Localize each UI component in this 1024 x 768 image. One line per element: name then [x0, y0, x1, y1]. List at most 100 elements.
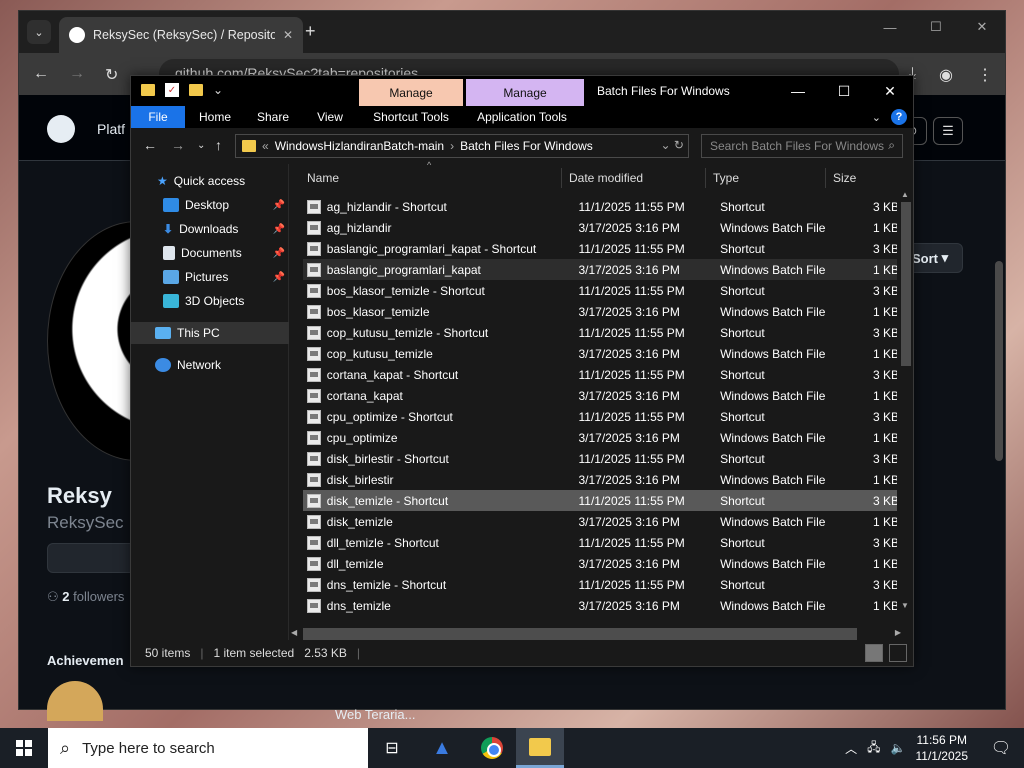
search-input[interactable]: Search Batch Files For Windows: [701, 134, 903, 158]
file-row[interactable]: cortana_kapat - Shortcut 11/1/2025 11:55 …: [303, 364, 899, 385]
expand-ribbon-icon[interactable]: ⌄: [872, 111, 881, 124]
windows-start-icon[interactable]: [16, 740, 32, 756]
column-type[interactable]: Type: [713, 171, 739, 185]
pin-icon[interactable]: 📌: [273, 272, 285, 283]
large-icons-view-icon[interactable]: [889, 644, 907, 662]
file-row[interactable]: disk_temizle 3/17/2025 3:16 PM Windows Bat…: [303, 511, 899, 532]
file-row[interactable]: cortana_kapat 3/17/2025 3:16 PM Windows Ba…: [303, 385, 899, 406]
file-row[interactable]: cop_kutusu_temizle 3/17/2025 3:16 PM Windo…: [303, 343, 899, 364]
up-icon[interactable]: ↑: [215, 137, 222, 153]
app-pinned-icon[interactable]: ▲: [418, 728, 466, 768]
platform-menu[interactable]: Platf: [97, 121, 125, 137]
help-icon[interactable]: ?: [891, 109, 907, 125]
manage-shortcut-tab[interactable]: Manage: [359, 79, 463, 106]
follow-button[interactable]: [47, 543, 137, 573]
file-row[interactable]: dns_temizle - Shortcut 11/1/2025 11:55 PM…: [303, 574, 899, 595]
nav-downloads[interactable]: ⬇ Downloads 📌: [131, 218, 289, 240]
reload-icon[interactable]: ↻: [105, 65, 118, 85]
scroll-down-icon[interactable]: ▼: [901, 601, 909, 610]
column-name[interactable]: Name: [307, 171, 339, 185]
tab-share[interactable]: Share: [245, 106, 301, 128]
close-icon[interactable]: ✕: [283, 28, 293, 42]
github-logo-icon[interactable]: [47, 115, 75, 143]
scroll-up-icon[interactable]: ▲: [901, 190, 909, 199]
recent-locations-icon[interactable]: ⌄: [197, 140, 205, 151]
horizontal-scrollbar[interactable]: ◀ ▶: [289, 626, 901, 640]
close-icon[interactable]: ✕: [867, 76, 913, 106]
refresh-icon[interactable]: ⌄ ↻: [661, 138, 684, 152]
volume-muted-icon[interactable]: 🔈: [891, 741, 906, 755]
file-row[interactable]: ag_hizlandir 3/17/2025 3:16 PM Windows Bat…: [303, 217, 899, 238]
search-icon[interactable]: ⌕: [888, 138, 895, 153]
settings-icon[interactable]: ☰: [933, 117, 963, 145]
tab-application-tools[interactable]: Application Tools: [463, 106, 581, 128]
scroll-left-icon[interactable]: ◀: [291, 628, 297, 637]
properties-icon[interactable]: ✓: [165, 83, 179, 97]
scroll-right-icon[interactable]: ▶: [895, 628, 901, 637]
back-icon[interactable]: ←: [143, 137, 157, 153]
nav-documents[interactable]: Documents 📌: [131, 242, 289, 264]
network-icon[interactable]: 🖧: [867, 738, 880, 759]
tab-home[interactable]: Home: [185, 106, 245, 128]
browser-tab[interactable]: ReksySec (ReksySec) / Reposito ✕: [59, 17, 303, 53]
file-row[interactable]: cpu_optimize - Shortcut 11/1/2025 11:55 P…: [303, 406, 899, 427]
back-icon[interactable]: ←: [33, 65, 49, 83]
forward-icon[interactable]: →: [69, 65, 85, 83]
details-view-icon[interactable]: [865, 644, 883, 662]
tab-search-button[interactable]: ⌄: [27, 20, 51, 44]
file-row[interactable]: cop_kutusu_temizle - Shortcut 11/1/2025 1…: [303, 322, 899, 343]
maximize-icon[interactable]: ☐: [913, 11, 959, 43]
file-row[interactable]: baslangic_programlari_kapat - Shortcut 11…: [303, 238, 899, 259]
file-row[interactable]: bos_klasor_temizle 3/17/2025 3:16 PM Windo…: [303, 301, 899, 322]
minimize-icon[interactable]: —: [867, 11, 913, 43]
nav-desktop[interactable]: Desktop 📌: [131, 194, 289, 216]
pin-icon[interactable]: 📌: [273, 200, 285, 211]
pin-icon[interactable]: 📌: [273, 248, 285, 259]
breadcrumb-segment[interactable]: Batch Files For Windows: [460, 139, 593, 153]
achievement-badge[interactable]: [47, 681, 103, 721]
forward-icon[interactable]: →: [171, 137, 185, 153]
followers-link[interactable]: ⚇ 2 followers: [47, 589, 124, 605]
file-row[interactable]: disk_birlestir 3/17/2025 3:16 PM Windows B…: [303, 469, 899, 490]
nav-pictures[interactable]: Pictures 📌: [131, 266, 289, 288]
nav-quick-access[interactable]: ★ Quick access: [131, 170, 289, 192]
column-size[interactable]: Size: [833, 171, 856, 185]
file-row[interactable]: dll_temizle - Shortcut 11/1/2025 11:55 PM…: [303, 532, 899, 553]
file-row[interactable]: disk_temizle - Shortcut 11/1/2025 11:55 P…: [303, 490, 899, 511]
nav-network[interactable]: Network: [131, 354, 289, 376]
file-row[interactable]: baslangic_programlari_kapat 3/17/2025 3:1…: [303, 259, 899, 280]
repo-title[interactable]: Web Teraria...: [335, 707, 415, 722]
file-row[interactable]: ag_hizlandir - Shortcut 11/1/2025 11:55 P…: [303, 196, 899, 217]
address-breadcrumb[interactable]: « WindowsHizlandiranBatch-main › Batch F…: [235, 134, 689, 158]
breadcrumb-segment[interactable]: WindowsHizlandiranBatch-main: [275, 139, 444, 153]
tab-shortcut-tools[interactable]: Shortcut Tools: [359, 106, 463, 128]
folder-icon[interactable]: [141, 84, 155, 96]
file-explorer-icon[interactable]: [516, 728, 564, 768]
tab-view[interactable]: View: [301, 106, 359, 128]
menu-icon[interactable]: ⋮: [977, 65, 993, 85]
customize-toolbar-icon[interactable]: ⌄: [213, 83, 223, 97]
clock[interactable]: 11:56 PM 11/1/2025: [916, 732, 969, 764]
close-window-icon[interactable]: ✕: [959, 11, 1005, 43]
file-row[interactable]: dns_temizle 3/17/2025 3:16 PM Windows Batc…: [303, 595, 899, 614]
maximize-icon[interactable]: ☐: [821, 76, 867, 106]
scroll-thumb[interactable]: [901, 202, 911, 366]
file-row[interactable]: disk_birlestir - Shortcut 11/1/2025 11:55…: [303, 448, 899, 469]
new-tab-button[interactable]: +: [305, 21, 316, 42]
file-row[interactable]: dll_temizle 3/17/2025 3:16 PM Windows Batc…: [303, 553, 899, 574]
taskbar-search[interactable]: ⌕ Type here to search: [48, 728, 368, 768]
file-row[interactable]: cpu_optimize 3/17/2025 3:16 PM Windows Bat…: [303, 427, 899, 448]
file-row[interactable]: bos_klasor_temizle - Shortcut 11/1/2025 1…: [303, 280, 899, 301]
new-folder-icon[interactable]: [189, 84, 203, 96]
task-view-icon[interactable]: ⊟: [368, 728, 416, 768]
notifications-icon[interactable]: 🗨: [978, 738, 1024, 758]
vertical-scrollbar[interactable]: ▲ ▼: [897, 190, 913, 610]
minimize-icon[interactable]: —: [775, 76, 821, 106]
column-date-modified[interactable]: Date modified: [569, 171, 643, 185]
chrome-icon[interactable]: [468, 728, 516, 768]
nav-this-pc[interactable]: This PC: [131, 322, 289, 344]
manage-application-tab[interactable]: Manage: [466, 79, 584, 106]
pin-icon[interactable]: 📌: [273, 224, 285, 235]
chevron-up-icon[interactable]: ︿: [845, 740, 857, 757]
nav-3d-objects[interactable]: 3D Objects: [131, 290, 289, 312]
